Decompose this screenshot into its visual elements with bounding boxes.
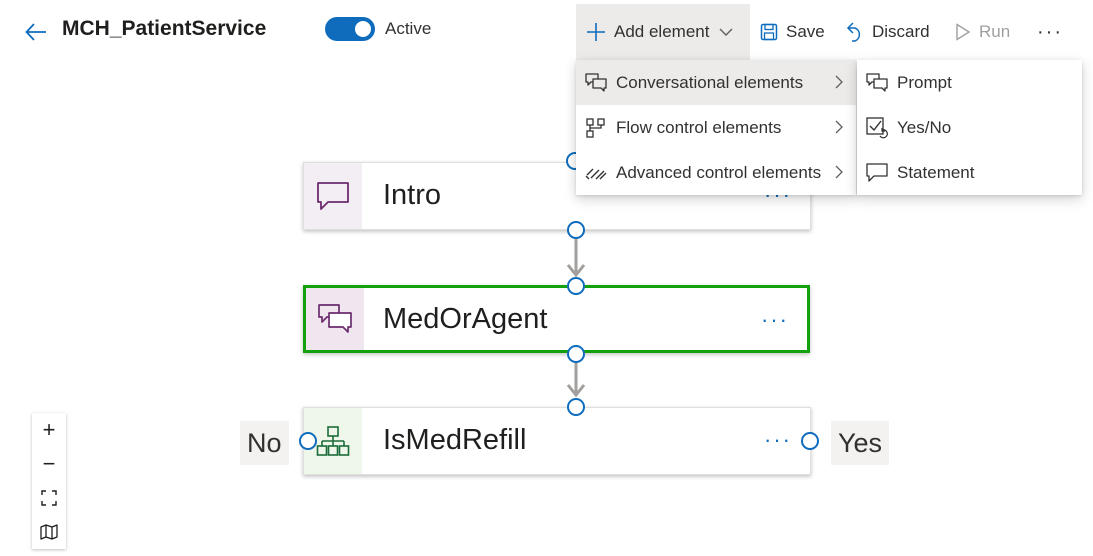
fit-screen-icon (41, 490, 57, 506)
active-toggle[interactable] (325, 17, 375, 41)
chevron-right-icon (834, 164, 844, 180)
node-label: IsMedRefill (383, 424, 527, 456)
zoom-out-button[interactable]: − (32, 447, 66, 481)
save-button[interactable]: Save (760, 4, 825, 60)
node-label: Intro (383, 179, 442, 211)
run-label: Run (979, 22, 1011, 41)
yes-branch-port[interactable] (801, 432, 819, 450)
back-arrow-icon (25, 23, 46, 41)
ismedrefill-input-port[interactable] (567, 398, 585, 416)
statement-icon (316, 181, 350, 211)
discard-button[interactable]: Discard (846, 4, 930, 60)
play-icon (955, 23, 971, 41)
more-options-button[interactable]: ··· (1037, 4, 1063, 60)
conversational-submenu: Prompt Yes/No Statement (857, 60, 1082, 195)
add-element-button[interactable]: Add element (576, 4, 750, 60)
menu-item-label: Flow control elements (616, 117, 782, 137)
statement-icon (857, 162, 897, 183)
add-element-menu: Conversational elements Flow control ele… (576, 60, 856, 195)
submenu-item-statement[interactable]: Statement (857, 150, 1082, 195)
map-icon (40, 524, 58, 540)
active-toggle-label: Active (385, 19, 432, 38)
node-more-button[interactable]: ··· (764, 427, 792, 453)
plus-icon (586, 22, 606, 42)
node-more-button[interactable]: ··· (761, 307, 789, 333)
submenu-item-label: Prompt (897, 72, 952, 92)
advanced-control-icon (576, 165, 616, 181)
no-branch-port[interactable] (299, 432, 317, 450)
menu-item-advanced-control[interactable]: Advanced control elements (576, 150, 856, 195)
no-branch-label: No (240, 421, 289, 465)
flow-node-medoragent[interactable]: MedOrAgent ··· (303, 285, 810, 353)
menu-item-label: Conversational elements (616, 72, 804, 92)
minimap-button[interactable] (32, 515, 66, 549)
prompt-icon (857, 72, 897, 93)
medoragent-output-port[interactable] (567, 345, 585, 363)
chevron-right-icon (834, 119, 844, 135)
node-icon-box (306, 288, 364, 350)
menu-item-flow-control[interactable]: Flow control elements (576, 105, 856, 150)
submenu-item-yes-no[interactable]: Yes/No (857, 105, 1082, 150)
page-title: MCH_PatientService (62, 17, 267, 40)
node-label: MedOrAgent (383, 303, 548, 335)
run-button[interactable]: Run (955, 4, 1010, 60)
submenu-item-label: Statement (897, 162, 975, 182)
flow-node-ismedrefill[interactable]: IsMedRefill ··· (303, 407, 811, 475)
prompt-icon (317, 303, 353, 335)
add-element-label: Add element (614, 22, 710, 41)
menu-item-label: Advanced control elements (616, 162, 822, 182)
toggle-knob (355, 21, 371, 37)
yes-no-icon (857, 116, 897, 139)
branch-icon (316, 425, 350, 457)
medoragent-input-port[interactable] (567, 277, 585, 295)
save-label: Save (786, 22, 825, 41)
zoom-in-button[interactable]: + (32, 413, 66, 447)
chevron-right-icon (834, 74, 844, 90)
yes-branch-label: Yes (831, 421, 890, 465)
menu-item-conversational[interactable]: Conversational elements (576, 60, 856, 105)
save-icon (760, 23, 778, 41)
submenu-item-label: Yes/No (897, 117, 952, 137)
submenu-item-prompt[interactable]: Prompt (857, 60, 1082, 105)
chevron-down-icon (719, 27, 733, 37)
intro-output-port[interactable] (567, 221, 585, 239)
undo-icon (846, 22, 864, 42)
node-icon-box (304, 163, 362, 229)
more-label: ··· (1037, 20, 1063, 43)
fit-to-screen-button[interactable] (32, 481, 66, 515)
back-button[interactable] (20, 16, 52, 48)
discard-label: Discard (872, 22, 930, 41)
zoom-controls: + − (32, 413, 66, 549)
flow-control-icon (576, 117, 616, 138)
conversation-icon (576, 72, 616, 93)
